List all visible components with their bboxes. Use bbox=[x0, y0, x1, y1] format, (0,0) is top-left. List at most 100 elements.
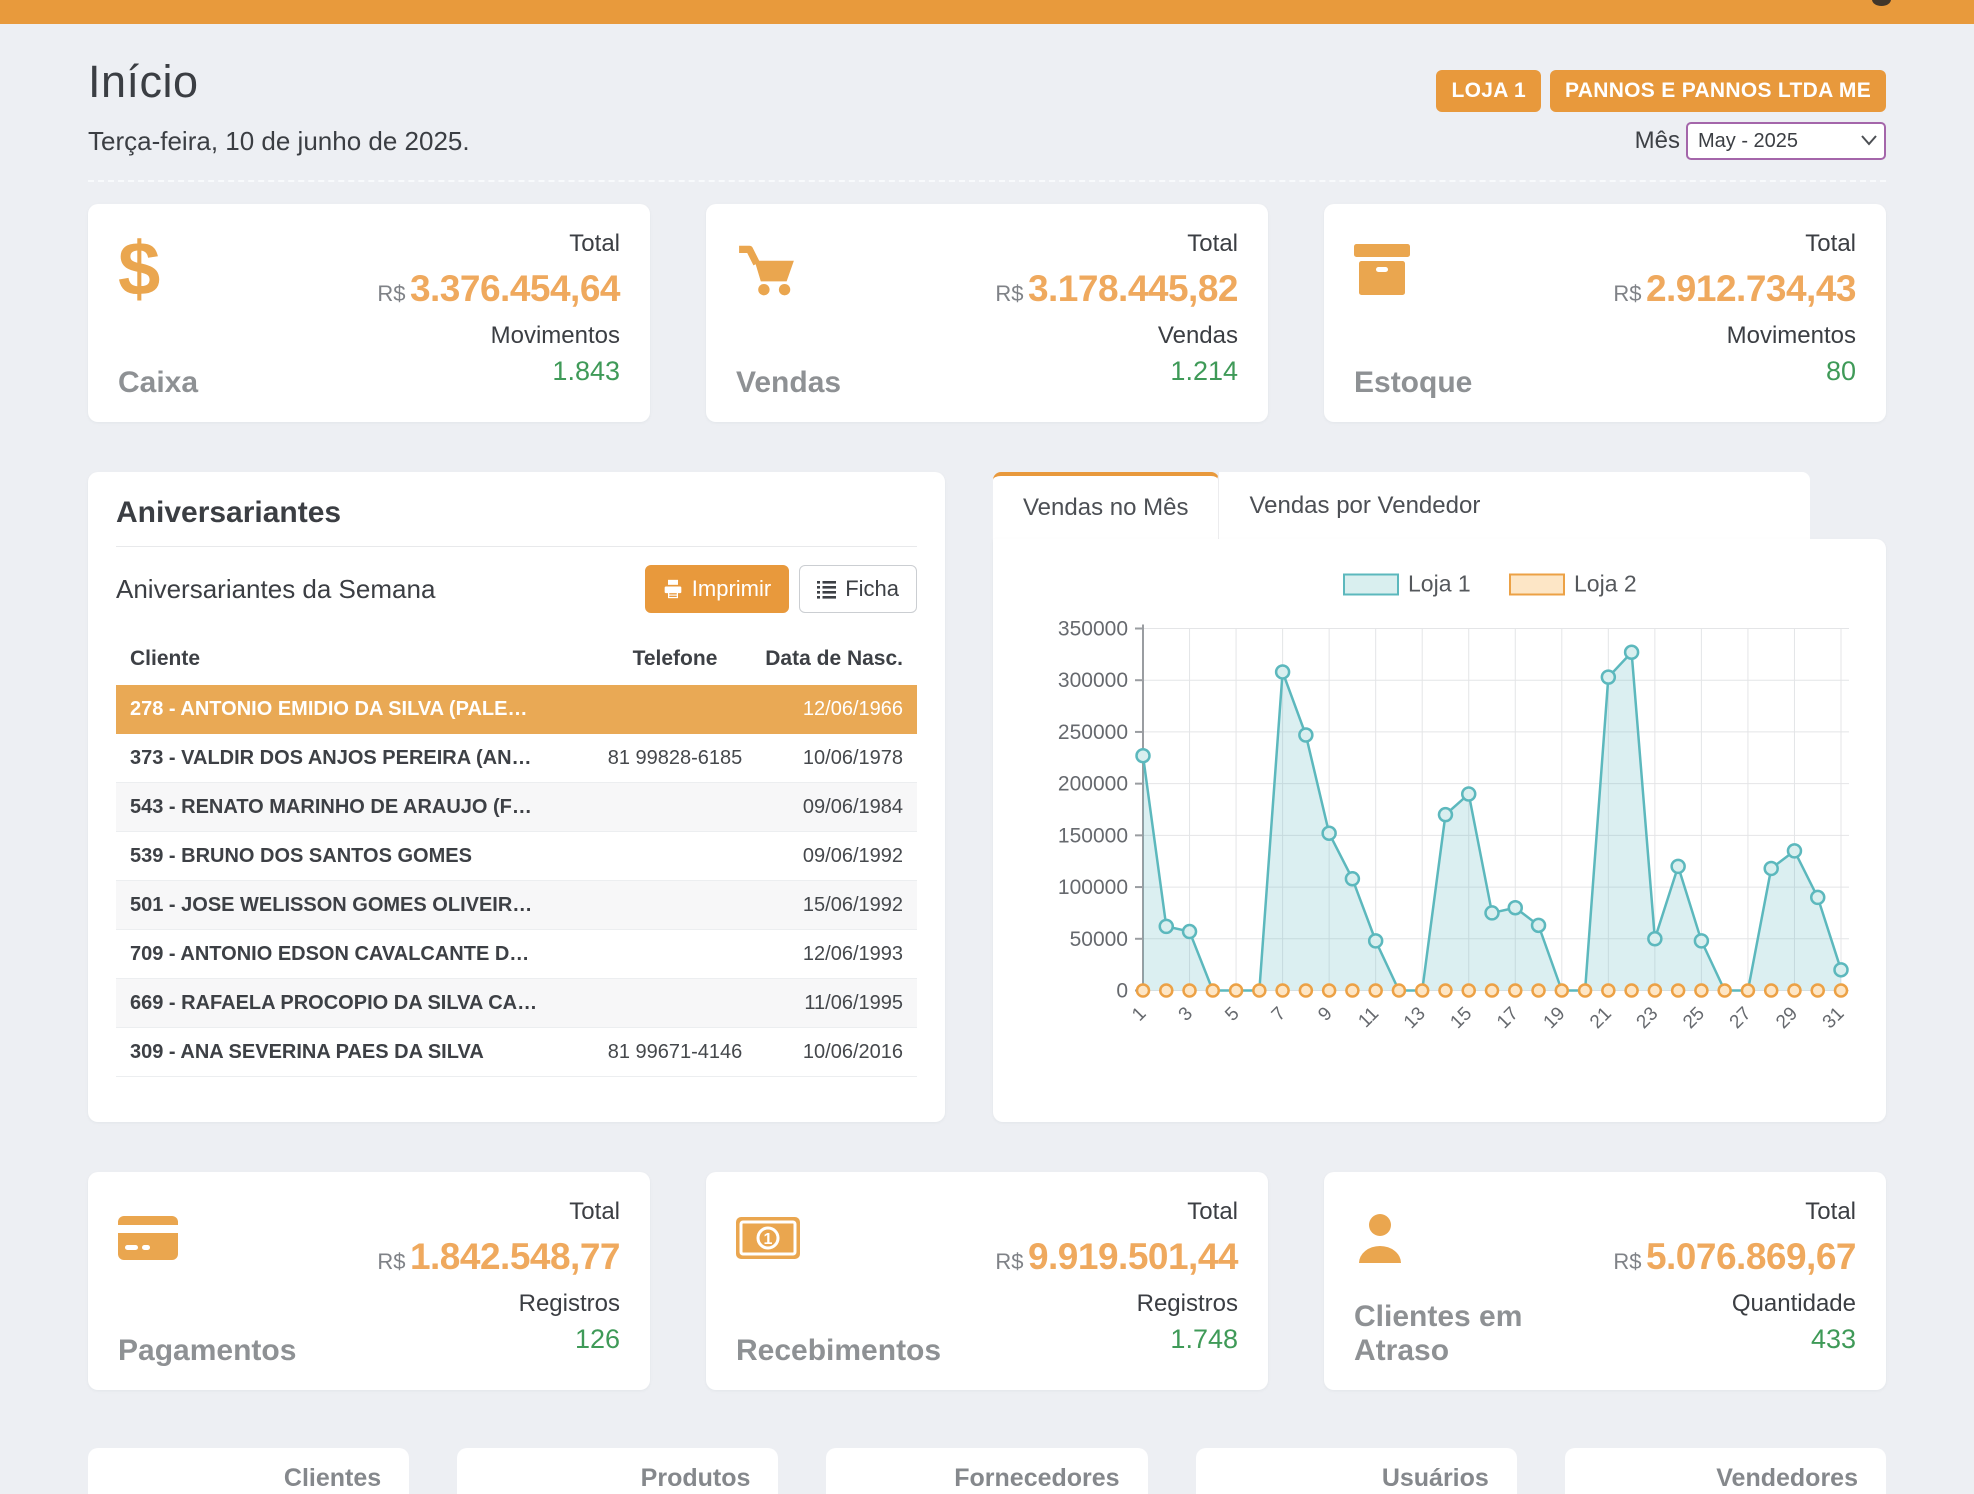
birthdays-subtitle: Aniversariantes da Semana bbox=[116, 574, 435, 605]
count-label: Vendas bbox=[1158, 322, 1238, 350]
month-label: Mês bbox=[1635, 127, 1680, 155]
svg-text:7: 7 bbox=[1268, 1003, 1290, 1025]
svg-text:15: 15 bbox=[1446, 1003, 1476, 1033]
svg-text:9: 9 bbox=[1314, 1003, 1336, 1025]
tab-vendas-no-mes[interactable]: Vendas no Mês bbox=[993, 472, 1219, 539]
svg-text:150000: 150000 bbox=[1058, 824, 1128, 847]
birthdays-table: Cliente Telefone Data de Nasc. 278 - ANT… bbox=[116, 637, 917, 1077]
svg-text:31: 31 bbox=[1819, 1003, 1849, 1033]
svg-text:5: 5 bbox=[1221, 1003, 1243, 1025]
card-label: Pagamentos bbox=[118, 1334, 296, 1368]
svg-text:200000: 200000 bbox=[1058, 773, 1128, 796]
svg-text:Loja 2: Loja 2 bbox=[1574, 571, 1637, 597]
svg-text:250000: 250000 bbox=[1058, 721, 1128, 744]
ficha-button[interactable]: Ficha bbox=[799, 565, 917, 613]
table-row[interactable]: 373 - VALDIR DOS ANJOS PEREIRA (AN… 81 9… bbox=[116, 734, 917, 783]
store-badge[interactable]: LOJA 1 bbox=[1436, 70, 1541, 112]
tabs-filler bbox=[1510, 472, 1810, 539]
table-row[interactable]: 278 - ANTONIO EMIDIO DA SILVA (PALE… 12/… bbox=[116, 685, 917, 734]
table-row[interactable]: 539 - BRUNO DOS SANTOS GOMES 09/06/1992 bbox=[116, 832, 917, 881]
dashboard-page: Início LOJA 1 PANNOS E PANNOS LTDA ME Te… bbox=[0, 56, 1974, 1494]
count-value: 1.843 bbox=[552, 356, 620, 387]
count-label: Movimentos bbox=[491, 322, 620, 350]
card-label: Estoque bbox=[1354, 366, 1472, 400]
table-row[interactable]: 543 - RENATO MARINHO DE ARAUJO (F… 09/06… bbox=[116, 783, 917, 832]
svg-text:1: 1 bbox=[764, 1231, 773, 1248]
total-label: Total bbox=[569, 230, 620, 258]
page-header: Início LOJA 1 PANNOS E PANNOS LTDA ME bbox=[88, 56, 1886, 112]
top-navigation-bar bbox=[0, 0, 1974, 24]
card-pagamentos: Pagamentos Total R$ 1.842.548,77 Registr… bbox=[88, 1172, 650, 1390]
middle-panels: Aniversariantes Aniversariantes da Seman… bbox=[88, 472, 1886, 1122]
table-row[interactable]: 309 - ANA SEVERINA PAES DA SILVA 81 9967… bbox=[116, 1028, 917, 1077]
count-value: 433 bbox=[1811, 1324, 1856, 1355]
total-label: Total bbox=[569, 1198, 620, 1226]
card-clientes-partial: Clientes bbox=[88, 1448, 409, 1494]
card-vendedores-partial: Vendedores bbox=[1565, 1448, 1886, 1494]
count-value: 1.748 bbox=[1170, 1324, 1238, 1355]
count-label: Movimentos bbox=[1727, 322, 1856, 350]
card-label: Clientes em Atraso bbox=[1354, 1300, 1613, 1368]
print-button[interactable]: Imprimir bbox=[645, 565, 789, 613]
total-amount: R$ 3.178.445,82 bbox=[995, 268, 1238, 310]
card-produtos-partial: Produtos bbox=[457, 1448, 778, 1494]
store-badges: LOJA 1 PANNOS E PANNOS LTDA ME bbox=[1436, 70, 1886, 112]
svg-text:19: 19 bbox=[1540, 1003, 1570, 1033]
svg-text:3: 3 bbox=[1175, 1003, 1197, 1025]
user-avatar-partial-icon[interactable] bbox=[1872, 0, 1891, 6]
person-icon bbox=[1354, 1198, 1613, 1278]
company-badge[interactable]: PANNOS E PANNOS LTDA ME bbox=[1550, 70, 1886, 112]
card-label: Caixa bbox=[118, 366, 198, 400]
table-row[interactable]: 709 - ANTONIO EDSON CAVALCANTE D… 12/06/… bbox=[116, 930, 917, 979]
total-label: Total bbox=[1187, 1198, 1238, 1226]
card-fornecedores-partial: Fornecedores bbox=[826, 1448, 1147, 1494]
svg-text:29: 29 bbox=[1772, 1003, 1802, 1033]
count-value: 1.214 bbox=[1170, 356, 1238, 387]
chart-tabs: Vendas no Mês Vendas por Vendedor bbox=[993, 472, 1886, 539]
table-row[interactable]: 501 - JOSE WELISSON GOMES OLIVEIR… 15/06… bbox=[116, 881, 917, 930]
svg-text:21: 21 bbox=[1586, 1003, 1616, 1033]
list-icon bbox=[817, 580, 836, 599]
storage-box-icon bbox=[1354, 230, 1472, 310]
divider bbox=[116, 546, 917, 547]
count-label: Registros bbox=[519, 1290, 620, 1318]
total-amount: R$ 1.842.548,77 bbox=[377, 1236, 620, 1278]
month-picker: Mês May - 2025 bbox=[1635, 122, 1886, 160]
card-clientes-em-atraso: Clientes em Atraso Total R$ 5.076.869,67… bbox=[1324, 1172, 1886, 1390]
card-caixa: $ Caixa Total R$ 3.376.454,64 Movimentos… bbox=[88, 204, 650, 422]
summary-cards-top: $ Caixa Total R$ 3.376.454,64 Movimentos… bbox=[88, 204, 1886, 422]
total-amount: R$ 2.912.734,43 bbox=[1613, 268, 1856, 310]
card-usuarios-partial: Usuários bbox=[1196, 1448, 1517, 1494]
credit-card-icon bbox=[118, 1198, 296, 1278]
svg-text:13: 13 bbox=[1400, 1003, 1430, 1033]
svg-text:23: 23 bbox=[1633, 1003, 1663, 1033]
svg-text:Loja 1: Loja 1 bbox=[1408, 571, 1471, 597]
count-value: 126 bbox=[575, 1324, 620, 1355]
card-vendas: Vendas Total R$ 3.178.445,82 Vendas 1.21… bbox=[706, 204, 1268, 422]
svg-text:25: 25 bbox=[1679, 1003, 1709, 1033]
date-row: Terça-feira, 10 de junho de 2025. Mês Ma… bbox=[88, 122, 1886, 160]
count-label: Registros bbox=[1137, 1290, 1238, 1318]
svg-text:0: 0 bbox=[1116, 980, 1128, 1003]
dollar-icon: $ bbox=[118, 230, 198, 310]
card-label: Recebimentos bbox=[736, 1334, 941, 1368]
svg-text:300000: 300000 bbox=[1058, 669, 1128, 692]
total-amount: R$ 3.376.454,64 bbox=[377, 268, 620, 310]
table-header: Cliente Telefone Data de Nasc. bbox=[116, 637, 917, 685]
total-label: Total bbox=[1805, 230, 1856, 258]
card-recebimentos: 1 Recebimentos Total R$ 9.919.501,44 Reg… bbox=[706, 1172, 1268, 1390]
count-value: 80 bbox=[1826, 356, 1856, 387]
tab-vendas-por-vendedor[interactable]: Vendas por Vendedor bbox=[1219, 472, 1510, 539]
svg-text:27: 27 bbox=[1726, 1003, 1756, 1033]
birthdays-title: Aniversariantes bbox=[116, 496, 917, 530]
table-row[interactable]: 669 - RAFAELA PROCOPIO DA SILVA CA… 11/0… bbox=[116, 979, 917, 1028]
shopping-cart-icon bbox=[736, 230, 841, 310]
dashed-separator bbox=[88, 180, 1886, 182]
svg-text:100000: 100000 bbox=[1058, 876, 1128, 899]
total-label: Total bbox=[1187, 230, 1238, 258]
svg-text:1: 1 bbox=[1128, 1003, 1150, 1025]
month-select[interactable]: May - 2025 bbox=[1686, 122, 1886, 160]
summary-cards-bottom: Pagamentos Total R$ 1.842.548,77 Registr… bbox=[88, 1172, 1886, 1390]
printer-icon bbox=[663, 579, 683, 599]
current-date: Terça-feira, 10 de junho de 2025. bbox=[88, 126, 470, 157]
